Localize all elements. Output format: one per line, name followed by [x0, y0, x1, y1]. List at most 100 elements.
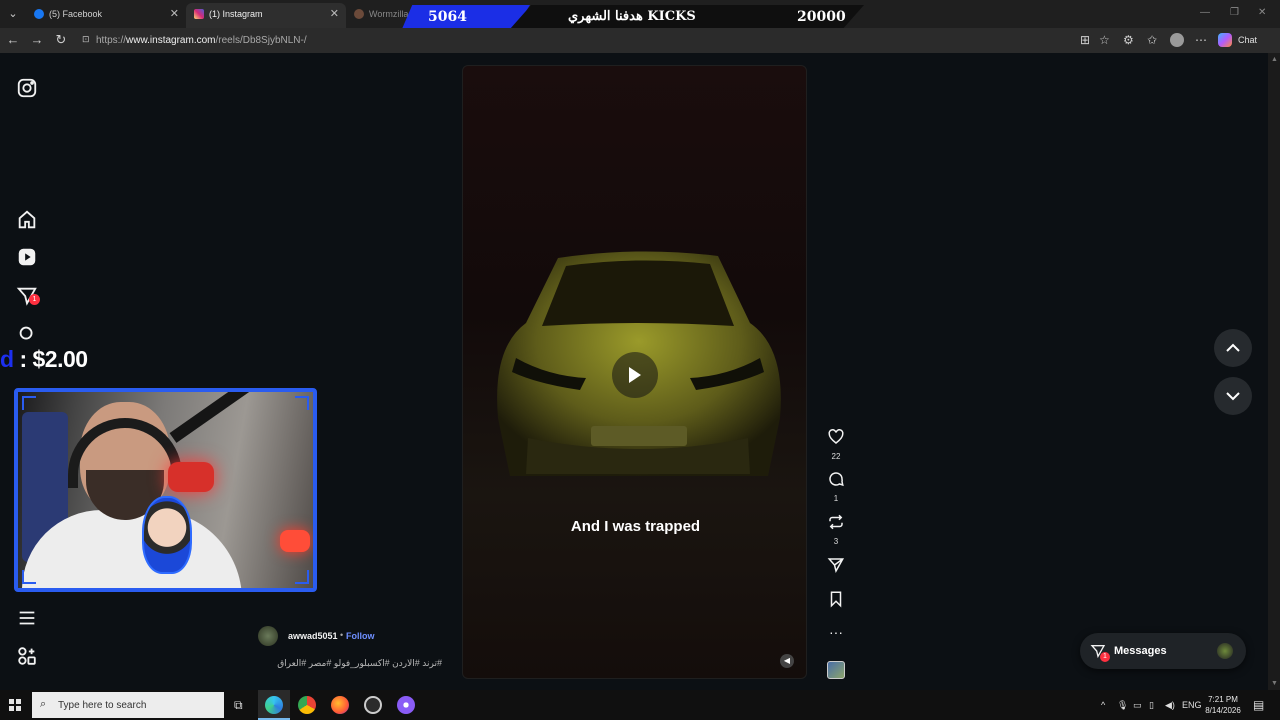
- reels-icon[interactable]: [16, 246, 38, 268]
- volume-icon[interactable]: ◀): [1165, 700, 1175, 711]
- url-text: https://www.instagram.com/reels/Db8SjybN…: [96, 35, 307, 46]
- chevron-down-icon: [1226, 392, 1240, 401]
- close-tab-icon[interactable]: ✕: [330, 7, 339, 20]
- mute-toggle-icon[interactable]: ◀: [780, 654, 794, 668]
- app-available-icon[interactable]: ⊞: [1080, 33, 1090, 47]
- repost-button[interactable]: 3: [826, 513, 846, 546]
- follow-button[interactable]: Follow: [346, 631, 375, 641]
- messages-badge: 1: [1100, 652, 1110, 662]
- site-info-icon[interactable]: ⊡: [82, 34, 90, 45]
- search-icon[interactable]: [16, 323, 38, 345]
- more-menu-icon[interactable]: [16, 607, 38, 629]
- author-username[interactable]: awwad5051: [288, 631, 338, 641]
- scroll-down-icon[interactable]: ▼: [1271, 680, 1278, 687]
- home-icon[interactable]: [16, 209, 38, 231]
- chrome-icon[interactable]: [298, 696, 316, 714]
- screen: ⌄ (5) Facebook ✕ (1) Instagram ✕ Wormzil…: [0, 0, 1280, 720]
- notifications-icon[interactable]: ▤: [1253, 698, 1264, 712]
- share-button[interactable]: [826, 556, 846, 579]
- goal-title: هدفنا الشهري KICKS: [568, 9, 696, 24]
- chevron-up-icon: [1226, 343, 1240, 352]
- also-from-meta-icon[interactable]: [16, 645, 38, 667]
- notification-badge: 1: [29, 294, 40, 305]
- goal-target-count: 20000: [797, 9, 846, 25]
- save-button[interactable]: [826, 590, 846, 613]
- streamlabs-icon[interactable]: [397, 696, 415, 714]
- minimize-icon[interactable]: —: [1200, 7, 1210, 18]
- reel-caption: And I was trapped: [570, 518, 701, 535]
- profile-avatar[interactable]: [1170, 33, 1184, 47]
- reel-video[interactable]: And I was trapped ◀: [462, 65, 807, 679]
- repost-icon: [829, 514, 843, 530]
- windows-start-icon[interactable]: [9, 699, 21, 711]
- extensions-icon[interactable]: ⚙: [1123, 33, 1134, 47]
- favorite-star-icon[interactable]: ☆: [1099, 33, 1110, 47]
- windows-taskbar: ⌕ Type here to search ⧉ ^ 🎙 ▭ ▯ ◀) ENG 7…: [0, 690, 1280, 720]
- like-count: 22: [831, 452, 841, 461]
- instagram-page: 1 d : $2.00 And I was trapped ◀ awwad505…: [0, 53, 1268, 690]
- messages-label: Messages: [1114, 645, 1167, 657]
- repost-count: 3: [833, 537, 839, 546]
- comment-button[interactable]: 1: [826, 470, 846, 503]
- firefox-icon[interactable]: [331, 696, 349, 714]
- back-icon[interactable]: ←: [5, 32, 21, 47]
- donation-overlay: d : $2.00: [0, 346, 88, 372]
- stream-goal-banner: 5064 هدفنا الشهري KICKS 20000: [402, 5, 864, 29]
- like-button[interactable]: 22: [826, 428, 846, 461]
- address-bar[interactable]: ⊡ https://www.instagram.com/reels/Db8Sjy…: [76, 31, 1076, 50]
- goal-current-count: 5064: [428, 9, 467, 25]
- edge-icon[interactable]: [265, 696, 283, 714]
- tab-actions-menu-icon[interactable]: ⌄: [4, 5, 22, 23]
- system-clock[interactable]: 7:21 PM 8/14/2026: [1200, 694, 1246, 716]
- previous-reel-button[interactable]: [1214, 329, 1252, 367]
- language-indicator[interactable]: ENG: [1182, 700, 1202, 710]
- clock-time: 7:21 PM: [1208, 695, 1238, 704]
- audio-thumbnail[interactable]: [827, 661, 845, 679]
- bookmark-icon: [830, 591, 842, 608]
- author-avatar[interactable]: [258, 626, 278, 646]
- search-icon: ⌕: [40, 698, 47, 710]
- display-icon[interactable]: ▭: [1133, 700, 1142, 711]
- send-icon: [827, 558, 845, 574]
- instagram-icon: [194, 9, 204, 19]
- comment-count: 1: [833, 494, 839, 503]
- instagram-logo-icon[interactable]: [16, 77, 38, 99]
- next-reel-button[interactable]: [1214, 377, 1252, 415]
- network-icon[interactable]: ▯: [1149, 700, 1154, 711]
- close-window-icon[interactable]: ✕: [1258, 7, 1266, 18]
- messages-button[interactable]: 1 Messages: [1080, 633, 1246, 669]
- play-button[interactable]: [612, 352, 658, 398]
- taskbar-search-box[interactable]: ⌕ Type here to search: [32, 692, 224, 718]
- reel-hashtags[interactable]: #ترند #الاردن #اكسبلور_فولو #مصر #العراق: [274, 658, 442, 669]
- streamer-avatar-badge: [142, 496, 192, 574]
- restore-icon[interactable]: ❐: [1230, 7, 1239, 18]
- wormzilla-icon: [354, 9, 364, 19]
- obs-icon[interactable]: [364, 696, 382, 714]
- more-options-icon[interactable]: ···: [826, 625, 846, 639]
- separator-dot: •: [340, 630, 344, 640]
- scroll-up-icon[interactable]: ▲: [1271, 56, 1278, 63]
- tab-facebook[interactable]: (5) Facebook ✕: [26, 3, 186, 28]
- play-icon: [629, 367, 641, 383]
- more-menu-icon[interactable]: ⋯: [1195, 33, 1207, 47]
- task-view-icon[interactable]: ⧉: [234, 698, 243, 713]
- search-placeholder: Type here to search: [58, 700, 147, 711]
- tab-instagram[interactable]: (1) Instagram ✕: [186, 3, 346, 28]
- tab-title: (5) Facebook: [49, 9, 103, 19]
- heart-icon: [828, 429, 844, 444]
- chat-button[interactable]: Chat: [1238, 35, 1257, 45]
- browser-toolbar: ← → ↻ ⊡ https://www.instagram.com/reels/…: [0, 28, 1280, 53]
- clock-date: 8/14/2026: [1205, 706, 1241, 715]
- facebook-icon: [34, 9, 44, 19]
- message-contact-avatar: [1217, 643, 1233, 659]
- copilot-icon[interactable]: [1218, 33, 1232, 47]
- page-scrollbar[interactable]: ▲ ▼: [1268, 53, 1280, 690]
- microphone-icon[interactable]: 🎙: [1117, 700, 1128, 711]
- favorites-icon[interactable]: ✩: [1147, 33, 1157, 47]
- comment-icon: [829, 472, 844, 487]
- forward-icon[interactable]: →: [29, 32, 45, 47]
- close-tab-icon[interactable]: ✕: [170, 7, 179, 20]
- tray-overflow-icon[interactable]: ^: [1101, 700, 1105, 710]
- tab-title: (1) Instagram: [209, 9, 263, 19]
- refresh-icon[interactable]: ↻: [53, 32, 69, 48]
